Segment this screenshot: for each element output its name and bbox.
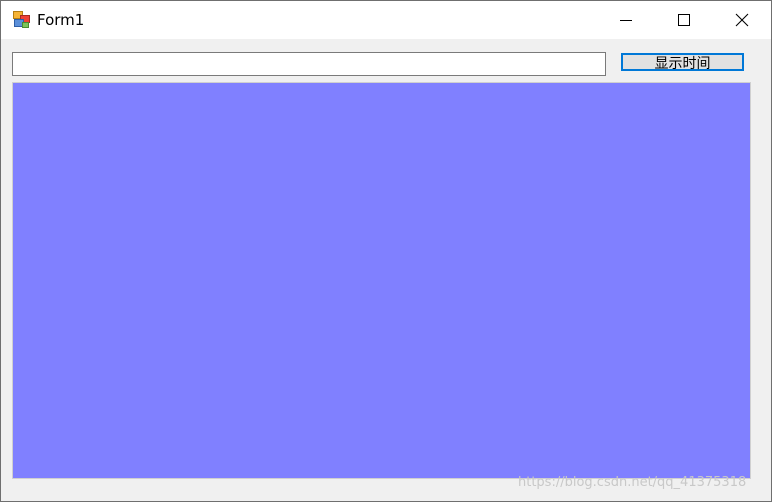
watermark-text: https://blog.csdn.net/qq_41375318 [518, 475, 747, 490]
show-time-button[interactable]: 显示时间 [621, 53, 744, 72]
maximize-icon [678, 14, 690, 26]
title-bar[interactable]: Form1 [1, 1, 771, 39]
window-title: Form1 [37, 11, 85, 29]
close-icon [735, 13, 749, 27]
app-icon [13, 11, 30, 28]
minimize-button[interactable] [597, 1, 655, 39]
time-textbox[interactable] [12, 52, 606, 76]
form-client-area: 显示时间 [1, 39, 771, 501]
color-panel [12, 82, 751, 479]
close-button[interactable] [713, 1, 771, 39]
form-window: Form1 显示时间 [0, 0, 772, 502]
minimize-icon [620, 20, 632, 21]
maximize-button[interactable] [655, 1, 713, 39]
